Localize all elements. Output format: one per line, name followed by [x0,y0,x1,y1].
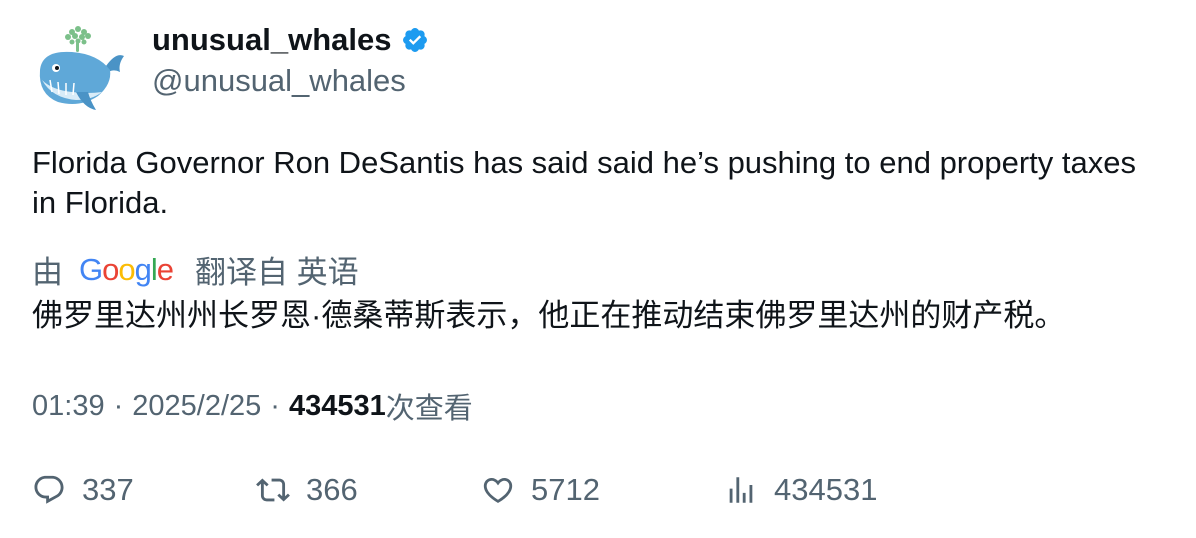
like-button[interactable]: 5712 [481,472,600,508]
translated-text: 佛罗里达州州长罗恩·德桑蒂斯表示，他正在推动结束佛罗里达州的财产税。 [32,298,1066,333]
verified-badge-icon[interactable] [401,26,429,54]
reply-count: 337 [82,472,134,507]
tweet-meta: 01:39 · 2025/2/25 · 434531 次查看 [32,385,473,427]
translate-by-label: 由 [32,255,63,290]
tweet-date[interactable]: 2025/2/25 [132,390,261,423]
retweet-button[interactable]: 366 [256,472,358,508]
meta-separator: · [270,389,280,422]
tweet-text: Florida Governor Ron DeSantis has said s… [32,145,1136,220]
reply-icon [34,475,64,504]
google-logo[interactable]: Google [79,252,174,288]
author-avatar[interactable] [32,22,128,118]
translated-from-label[interactable]: 翻译自 英语 [195,247,359,292]
like-count: 5712 [531,472,600,507]
author-display-name[interactable]: unusual_whales [152,22,391,58]
retweet-icon [256,478,290,502]
views-label: 次查看 [385,393,473,425]
views-count: 434531 [288,389,386,422]
author-handle[interactable]: @unusual_whales [152,63,406,99]
analytics-button[interactable]: 434531 [724,472,877,508]
whale-avatar-icon [39,26,124,110]
heart-icon [483,477,513,503]
meta-separator: · [113,389,124,422]
reply-button[interactable]: 337 [32,472,134,508]
tweet-time[interactable]: 01:39 [32,390,105,423]
retweet-count: 366 [306,472,358,507]
analytics-icon [729,477,753,503]
author-name-row: unusual_whales [152,22,429,58]
translation-attribution: 由 Google 翻译自 英语 [32,247,359,292]
views-action-count: 434531 [774,472,878,507]
